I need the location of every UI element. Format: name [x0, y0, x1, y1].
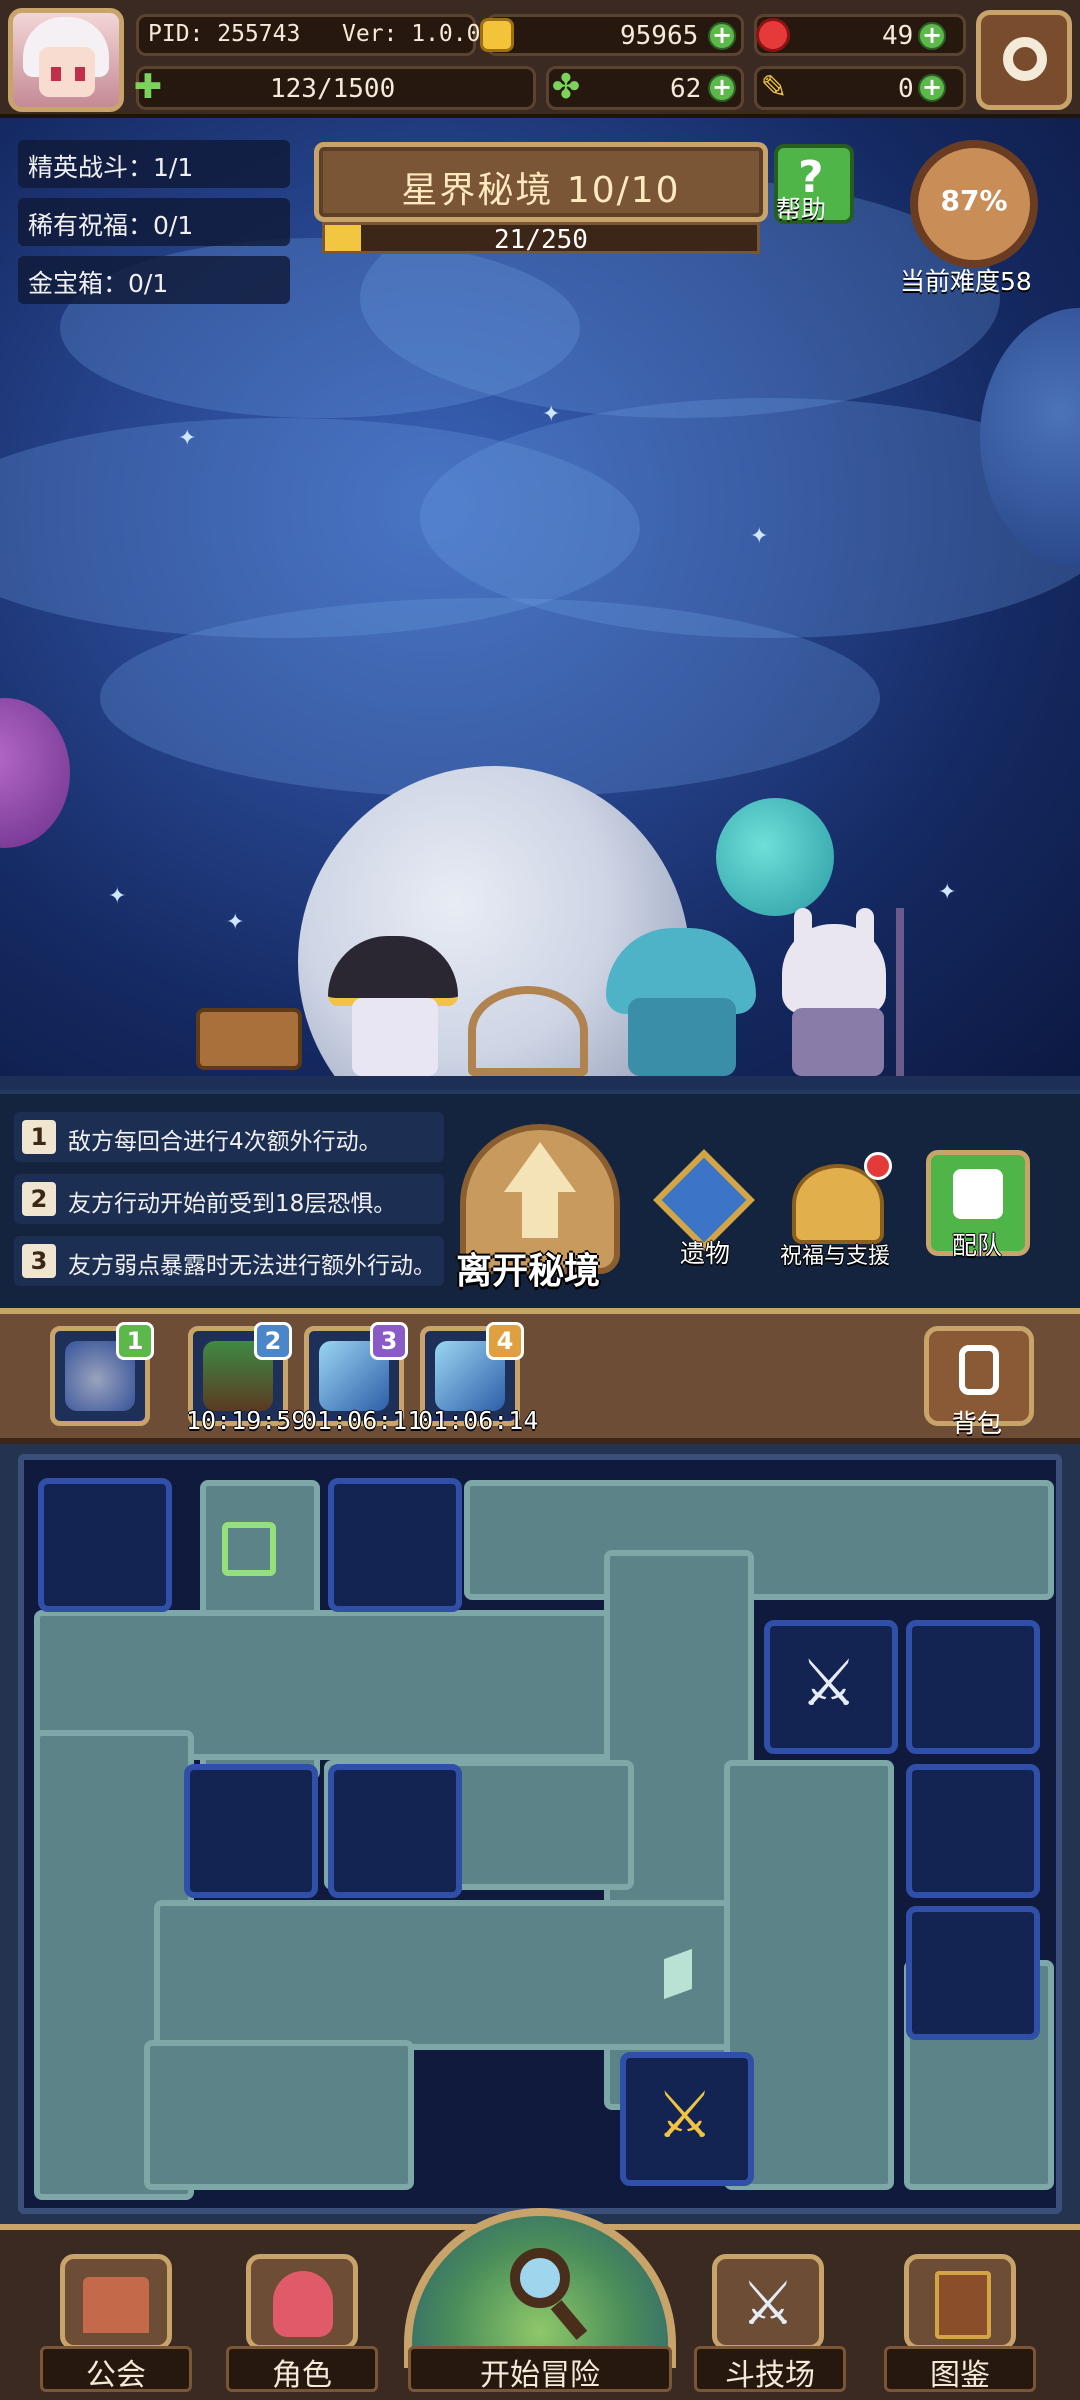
rule-2: 2 友方行动开始前受到18层恐惧。 — [14, 1174, 444, 1224]
hero-lancer[interactable] — [760, 908, 930, 1076]
up-arrow-icon — [504, 1142, 576, 1192]
clover-icon: ✤ — [551, 67, 581, 107]
dungeon-map: ⚔ ⚔ — [18, 1454, 1062, 2214]
room-unexplored[interactable] — [328, 1478, 462, 1612]
difficulty-dial[interactable]: 87% — [910, 140, 1038, 268]
add-gold-icon[interactable]: + — [708, 22, 736, 50]
relics-label: 遗物 — [680, 1239, 731, 1268]
blessing-support-button[interactable] — [786, 1144, 892, 1244]
nav-character-button[interactable] — [246, 2254, 358, 2350]
rule-3: 3 友方弱点暴露时无法进行额外行动。 — [14, 1236, 444, 1286]
slot-badge-3: 3 — [370, 1322, 408, 1360]
stage-title-banner: 星界秘境 10/10 — [314, 142, 768, 222]
key-amount: 0 — [898, 74, 914, 104]
room-unexplored[interactable] — [906, 1764, 1040, 1898]
gem-amount: 49 — [882, 21, 914, 51]
arena-swords-icon: ⚔ — [741, 2269, 795, 2339]
player-id: PID: 255743 — [148, 21, 301, 47]
quest-gold-chest: 金宝箱：0/1 — [18, 256, 290, 304]
room-unexplored[interactable] — [184, 1764, 318, 1898]
stage-title: 星界秘境 10/10 — [401, 170, 681, 211]
codex-book-icon — [935, 2271, 991, 2339]
purple-planet — [0, 698, 70, 848]
quest-elite-battle: 精英战斗：1/1 — [18, 140, 290, 188]
start-adventure-label: 开始冒险 — [480, 2358, 600, 2393]
top-bar: PID: 255743 Ver: 1.0.0.0 95965 + 49 + ✚ … — [0, 0, 1080, 118]
energy-amount: 123/1500 — [270, 74, 396, 104]
slot-timer-4: 01:06:14 — [418, 1406, 539, 1435]
red-gem-icon — [756, 18, 790, 52]
add-key-icon[interactable]: + — [918, 74, 946, 102]
add-clover-icon[interactable]: + — [708, 74, 736, 102]
hero-mage[interactable] — [606, 928, 756, 1076]
player-avatar[interactable] — [8, 8, 124, 112]
nav-codex-label: 图鉴 — [930, 2358, 990, 2393]
nav-arena-label: 斗技场 — [725, 2358, 815, 2393]
treasure-chest — [196, 1008, 302, 1070]
guild-hall-icon — [83, 2277, 149, 2333]
add-gem-icon[interactable]: + — [918, 22, 946, 50]
rule-1: 1 敌方每回合进行4次额外行动。 — [14, 1112, 444, 1162]
item-strip — [0, 1308, 1080, 1444]
nav-codex-button[interactable] — [904, 2254, 1016, 2350]
basket-prop — [468, 986, 588, 1076]
room-unexplored[interactable] — [906, 1620, 1040, 1754]
game-screen: PID: 255743 Ver: 1.0.0.0 95965 + 49 + ✚ … — [0, 0, 1080, 2400]
energy-icon: ✚ — [133, 67, 163, 107]
blessing-support-label: 祝福与支援 — [780, 1244, 891, 1269]
backpack-label: 背包 — [952, 1409, 1003, 1438]
slot-timer-2: 10:19:59 — [186, 1406, 307, 1435]
backpack-icon — [959, 1345, 999, 1395]
slot-timer-3: 01:06:11 — [302, 1406, 423, 1435]
quest-rare-blessing: 稀有祝福：0/1 — [18, 198, 290, 246]
room-unexplored[interactable] — [328, 1764, 462, 1898]
nav-guild-label: 公会 — [86, 2358, 146, 2393]
gear-icon — [1003, 37, 1047, 81]
crossed-swords-icon: ⚔ — [800, 1647, 858, 1721]
room-unexplored[interactable] — [38, 1478, 172, 1612]
team-setup-label: 配队 — [952, 1231, 1003, 1260]
clover-amount: 62 — [670, 74, 702, 104]
notification-dot — [864, 1152, 892, 1180]
teal-planet — [716, 798, 834, 916]
hero-witch[interactable] — [318, 936, 470, 1076]
character-icon — [273, 2271, 333, 2337]
help-label: 帮助 — [776, 195, 827, 224]
golden-swords-icon: ⚔ — [656, 2079, 714, 2153]
stage-progress-bar: 21/250 — [322, 222, 760, 255]
room-battle[interactable]: ⚔ — [620, 2052, 754, 2186]
slot-badge-2: 2 — [254, 1322, 292, 1360]
player-marker — [222, 1522, 276, 1576]
slot-badge-4: 4 — [486, 1322, 524, 1360]
room-elite-battle[interactable]: ⚔ — [764, 1620, 898, 1754]
stage-progress-text: 21/250 — [494, 225, 588, 255]
slot-badge-1: 1 — [116, 1322, 154, 1360]
nav-character-label: 角色 — [272, 2358, 332, 2393]
room-unexplored[interactable] — [906, 1906, 1040, 2040]
settings-button[interactable] — [976, 10, 1072, 110]
key-icon: ✎ — [760, 68, 788, 106]
difficulty-label: 当前难度58 — [900, 267, 1032, 296]
nav-arena-button[interactable]: ⚔ — [712, 2254, 824, 2350]
difficulty-percent: 87% — [940, 184, 1008, 217]
nav-guild-button[interactable] — [60, 2254, 172, 2350]
gold-coin-icon — [480, 18, 514, 52]
team-icon — [953, 1169, 1003, 1219]
gold-amount: 95965 — [620, 21, 699, 51]
leave-realm-label: 离开秘境 — [456, 1251, 601, 1292]
gold-pill — [486, 14, 744, 56]
